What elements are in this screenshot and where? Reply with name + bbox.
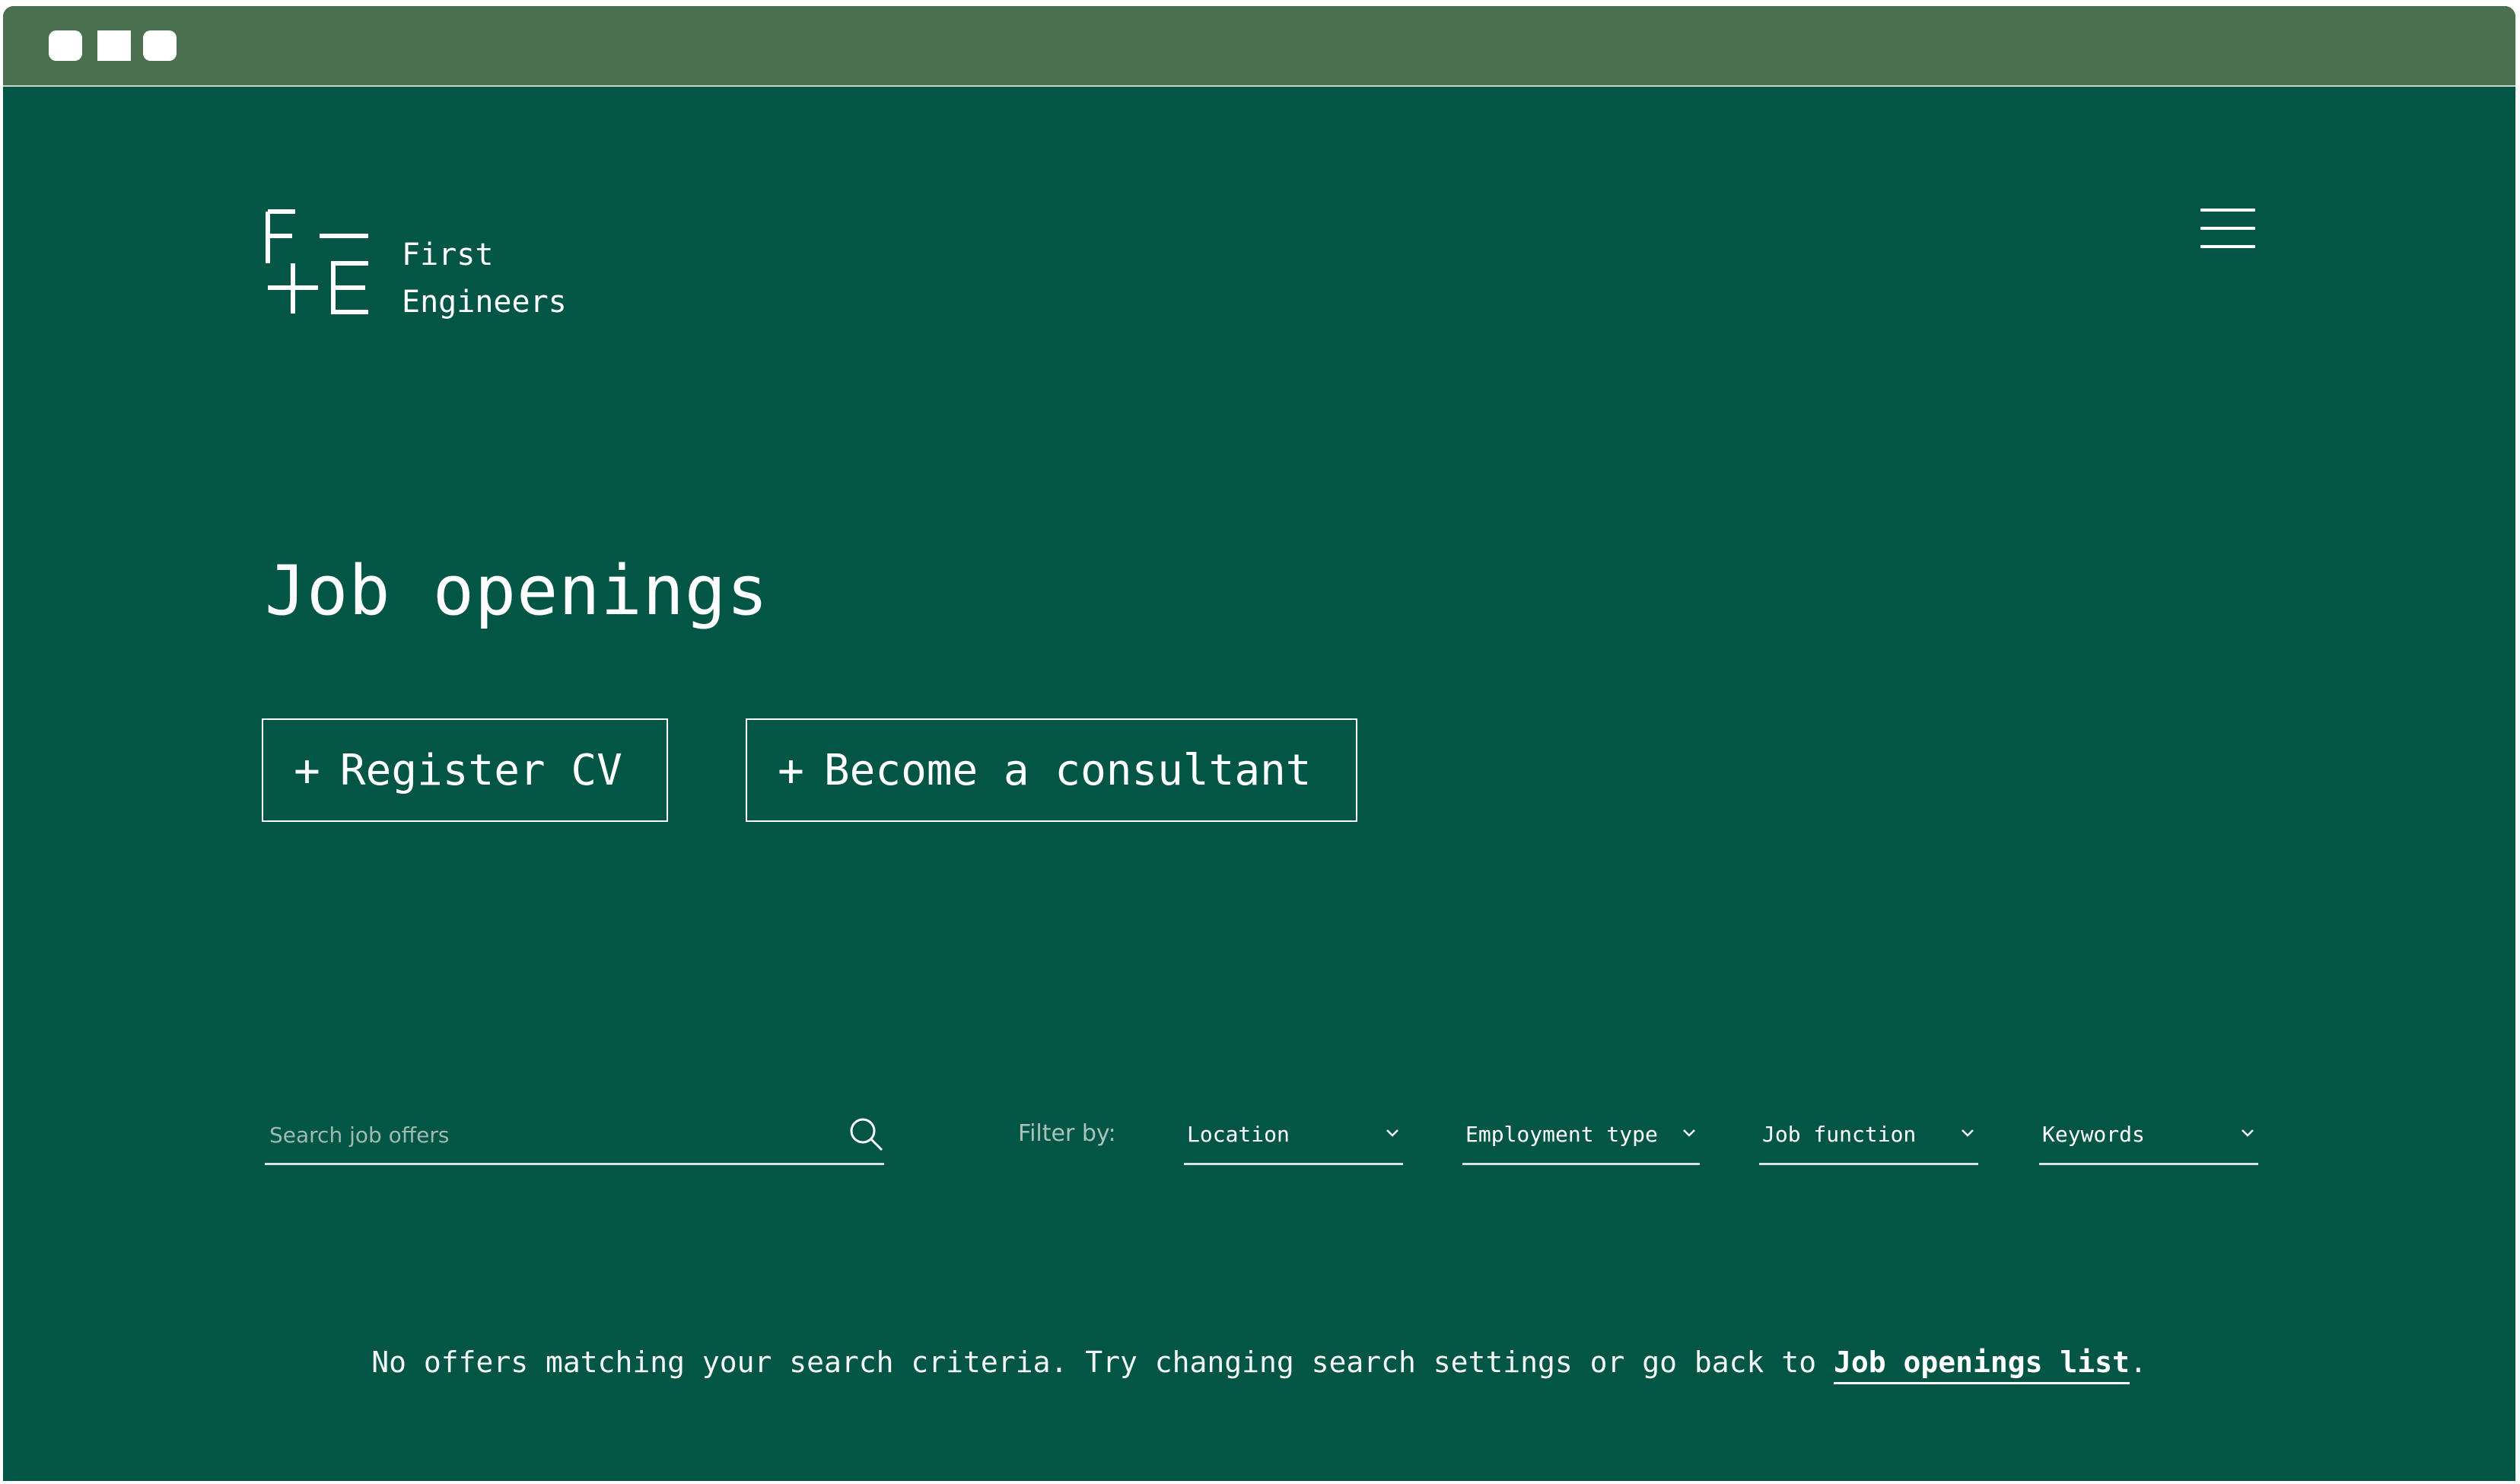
- empty-results-message: No offers matching your search criteria.…: [3, 1345, 2515, 1384]
- search-input[interactable]: [268, 1119, 819, 1151]
- search-box: [265, 1108, 884, 1165]
- register-cv-label: Register CV: [339, 745, 622, 795]
- brand-line-2: Engineers: [402, 285, 567, 320]
- browser-window: First Engineers Job openings + Register …: [3, 6, 2515, 1481]
- page-title: Job openings: [265, 551, 769, 631]
- window-control-dot[interactable]: [97, 30, 131, 61]
- chevron-down-icon: [2242, 1129, 2254, 1137]
- window-control-dot[interactable]: [49, 30, 82, 61]
- job-function-filter[interactable]: Job function: [1759, 1108, 1978, 1165]
- window-control-dot[interactable]: [143, 30, 177, 61]
- employment-type-filter-label: Employment type: [1465, 1122, 1658, 1147]
- chevron-down-icon: [1386, 1129, 1398, 1137]
- first-engineers-logo[interactable]: [265, 209, 371, 315]
- register-cv-button[interactable]: + Register CV: [262, 718, 668, 822]
- filter-by-label: Filter by:: [1018, 1120, 1116, 1147]
- become-consultant-label: Become a consultant: [823, 745, 1312, 795]
- brand-line-1: First: [402, 237, 494, 272]
- hamburger-icon[interactable]: [2200, 209, 2255, 251]
- window-titlebar: [3, 6, 2515, 87]
- job-function-filter-label: Job function: [1762, 1122, 1917, 1147]
- plus-icon: +: [778, 744, 804, 796]
- plus-icon: +: [294, 744, 320, 796]
- become-consultant-button[interactable]: + Become a consultant: [746, 718, 1357, 822]
- keywords-filter-label: Keywords: [2042, 1122, 2145, 1147]
- chevron-down-icon: [1962, 1129, 1974, 1137]
- search-icon[interactable]: [848, 1116, 884, 1152]
- empty-results-text: No offers matching your search criteria.…: [371, 1345, 1834, 1379]
- location-filter[interactable]: Location: [1184, 1108, 1403, 1165]
- employment-type-filter[interactable]: Employment type: [1462, 1108, 1700, 1165]
- job-openings-list-link[interactable]: Job openings list: [1833, 1345, 2130, 1384]
- message-suffix: .: [2129, 1345, 2147, 1379]
- chevron-down-icon: [1683, 1129, 1695, 1137]
- brand-name[interactable]: First Engineers: [402, 231, 567, 326]
- location-filter-label: Location: [1187, 1122, 1290, 1147]
- keywords-filter[interactable]: Keywords: [2039, 1108, 2258, 1165]
